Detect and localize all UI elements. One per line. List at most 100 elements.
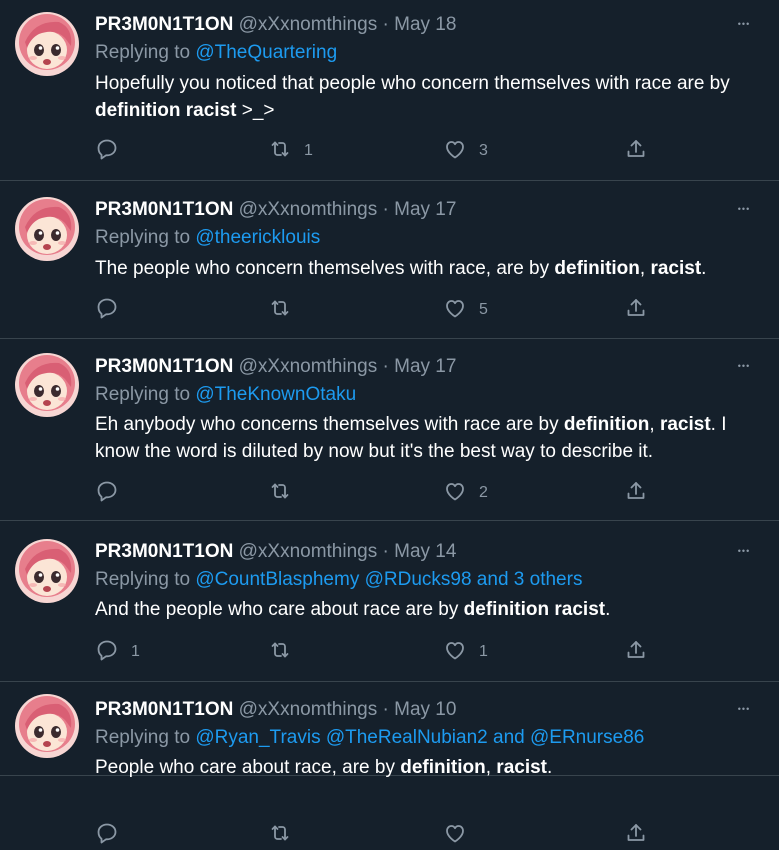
retweet-button[interactable] — [268, 639, 292, 665]
tweet-text: Eh anybody who concerns themselves with … — [95, 414, 727, 462]
more-icon[interactable]: ••• — [733, 702, 755, 724]
tweet-text: The people who concern themselves with r… — [95, 258, 707, 279]
reply-button[interactable] — [95, 822, 119, 848]
display-name[interactable]: PR3M0N1T1ON — [95, 199, 233, 220]
bold-term: definition — [400, 757, 486, 778]
like-button[interactable] — [443, 822, 467, 848]
heart-icon — [443, 296, 467, 325]
heart-icon — [443, 638, 467, 667]
user-handle[interactable]: @xXxnomthings — [239, 699, 378, 720]
display-name[interactable]: PR3M0N1T1ON — [95, 699, 233, 720]
retweet-icon — [268, 821, 292, 850]
share-button[interactable] — [624, 480, 648, 506]
replying-to-link[interactable]: @TheQuartering — [195, 42, 337, 63]
bold-term: definition — [554, 258, 640, 279]
user-handle[interactable]: @xXxnomthings — [239, 14, 378, 35]
tweet[interactable]: PR3M0N1T1ON @xXxnomthings · May 17 ••• Rep… — [0, 339, 779, 521]
retweet-icon — [268, 137, 292, 166]
tweet-header: PR3M0N1T1ON @xXxnomthings · May 17 — [95, 355, 456, 379]
tweet-date[interactable]: May 17 — [394, 356, 456, 377]
more-icon[interactable]: ••• — [733, 202, 755, 224]
replying-to-link[interactable]: @CountBlasphemy @RDucks98 and 3 others — [195, 569, 582, 590]
avatar[interactable] — [15, 353, 79, 417]
like-button[interactable]: 1 — [443, 639, 488, 665]
tweet-header: PR3M0N1T1ON @xXxnomthings · May 17 — [95, 198, 456, 222]
display-name[interactable]: PR3M0N1T1ON — [95, 356, 233, 377]
separator-dot: · — [382, 14, 389, 35]
tweet-date[interactable]: May 10 — [394, 699, 456, 720]
replying-to: Replying to @Ryan_Travis @TheRealNubian2… — [95, 726, 644, 750]
like-count: 1 — [479, 643, 488, 660]
tweet-text: And the people who care about race are b… — [95, 599, 611, 620]
share-button[interactable] — [624, 639, 648, 665]
like-count: 5 — [479, 301, 488, 318]
retweet-button[interactable] — [268, 822, 292, 848]
user-handle[interactable]: @xXxnomthings — [239, 199, 378, 220]
replying-to-label: Replying to — [95, 227, 196, 248]
bold-term: racist — [650, 258, 702, 279]
more-icon[interactable]: ••• — [733, 17, 755, 39]
tweet-date[interactable]: May 18 — [394, 14, 456, 35]
like-button[interactable]: 5 — [443, 297, 488, 323]
tweet-header: PR3M0N1T1ON @xXxnomthings · May 18 — [95, 13, 456, 37]
avatar[interactable] — [15, 12, 79, 76]
replying-to-link[interactable]: @TheKnownOtaku — [195, 384, 356, 405]
tweet-date[interactable]: May 17 — [394, 199, 456, 220]
tweet[interactable]: PR3M0N1T1ON @xXxnomthings · May 10 ••• Rep… — [0, 682, 779, 843]
tweet-text: Hopefully you noticed that people who co… — [95, 73, 730, 121]
bold-term: definition — [563, 414, 650, 435]
heart-icon — [443, 479, 467, 508]
tweet-date[interactable]: May 14 — [394, 541, 456, 562]
replying-to-link[interactable]: @Ryan_Travis @TheRealNubian2 and @ERnurs… — [195, 727, 644, 748]
replying-to: Replying to @TheQuartering — [95, 41, 337, 65]
more-icon[interactable]: ••• — [733, 359, 755, 381]
reply-icon — [95, 821, 119, 850]
replying-to-link[interactable]: @theericklouis — [195, 227, 320, 248]
replying-to: Replying to @TheKnownOtaku — [95, 383, 356, 407]
display-name[interactable]: PR3M0N1T1ON — [95, 14, 233, 35]
avatar[interactable] — [15, 539, 79, 603]
retweet-button[interactable] — [268, 297, 292, 323]
replying-to-label: Replying to — [95, 727, 196, 748]
reply-icon — [95, 296, 119, 325]
tweet[interactable]: PR3M0N1T1ON @xXxnomthings · May 18 ••• Rep… — [0, 0, 779, 181]
retweet-count: 1 — [304, 142, 313, 159]
replying-to-label: Replying to — [95, 569, 196, 590]
bold-term: racist — [659, 414, 711, 435]
like-count: 2 — [479, 484, 488, 501]
tweet[interactable]: PR3M0N1T1ON @xXxnomthings · May 14 ••• Rep… — [0, 521, 779, 682]
retweet-icon — [268, 479, 292, 508]
more-icon[interactable]: ••• — [733, 544, 755, 566]
replying-to: Replying to @CountBlasphemy @RDucks98 an… — [95, 568, 582, 592]
tweet-text: People who care about race, are by defin… — [95, 757, 553, 778]
reply-button[interactable] — [95, 480, 119, 506]
tweet-header: PR3M0N1T1ON @xXxnomthings · May 10 — [95, 698, 456, 722]
share-icon — [624, 137, 648, 166]
separator-dot: · — [382, 199, 389, 220]
reply-button[interactable]: 1 — [95, 639, 140, 665]
separator-dot: · — [382, 356, 389, 377]
share-button[interactable] — [624, 822, 648, 848]
retweet-icon — [268, 638, 292, 667]
display-name[interactable]: PR3M0N1T1ON — [95, 541, 233, 562]
share-button[interactable] — [624, 138, 648, 164]
share-button[interactable] — [624, 297, 648, 323]
reply-button[interactable] — [95, 297, 119, 323]
user-handle[interactable]: @xXxnomthings — [239, 541, 378, 562]
avatar[interactable] — [15, 197, 79, 261]
separator-dot: · — [382, 699, 389, 720]
bold-term: definition racist — [95, 100, 237, 121]
like-button[interactable]: 3 — [443, 138, 488, 164]
like-button[interactable]: 2 — [443, 480, 488, 506]
tweet[interactable]: PR3M0N1T1ON @xXxnomthings · May 17 ••• Rep… — [0, 181, 779, 339]
avatar[interactable] — [15, 694, 79, 758]
reply-button[interactable] — [95, 138, 119, 164]
retweet-icon — [268, 296, 292, 325]
replying-to-label: Replying to — [95, 42, 196, 63]
retweet-button[interactable]: 1 — [268, 138, 313, 164]
retweet-button[interactable] — [268, 480, 292, 506]
separator-dot: · — [382, 541, 389, 562]
heart-icon — [443, 821, 467, 850]
replying-to-label: Replying to — [95, 384, 196, 405]
user-handle[interactable]: @xXxnomthings — [239, 356, 378, 377]
